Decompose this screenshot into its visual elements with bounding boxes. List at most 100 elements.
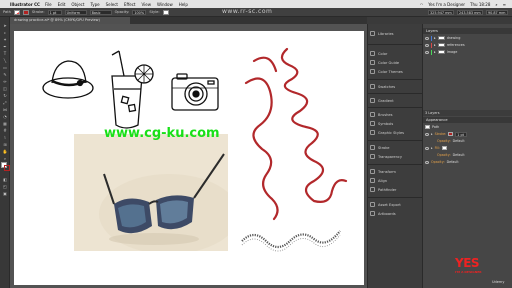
width-tool-icon[interactable]: ⋈: [2, 107, 8, 112]
expand-arrow-icon[interactable]: ▸: [434, 50, 436, 54]
dock-transform[interactable]: Transform: [370, 168, 422, 175]
dock-swatches[interactable]: Swatches: [370, 83, 422, 90]
fill-stroke-widget[interactable]: [1, 162, 10, 172]
dock-artboards[interactable]: Artboards: [370, 210, 422, 217]
stroke-opacity-link[interactable]: Opacity:: [437, 139, 451, 143]
appearance-stroke-opacity-row[interactable]: Opacity: Default: [425, 138, 510, 144]
clock[interactable]: Thu 18:28: [470, 2, 490, 7]
rectangle-tool-icon[interactable]: ▭: [2, 65, 8, 70]
expand-arrow-icon[interactable]: ▸: [431, 132, 433, 136]
screen-mode-icon[interactable]: ▣: [2, 191, 8, 196]
menu-window[interactable]: Window: [157, 2, 173, 7]
menu-file[interactable]: File: [45, 2, 52, 7]
appearance-stroke-row[interactable]: ▸ Stroke: 1 pt: [425, 131, 510, 137]
layer-row[interactable]: ▸ drawing: [423, 35, 512, 41]
eyedropper-icon[interactable]: ⌇: [2, 135, 8, 140]
dock-brushes[interactable]: Brushes: [370, 111, 422, 118]
app-menu[interactable]: Illustrator CC: [10, 2, 40, 7]
wifi-icon[interactable]: ◠: [420, 2, 424, 7]
stroke-weight-field[interactable]: 1 pt: [455, 131, 468, 137]
magic-wand-icon[interactable]: ✦: [2, 37, 8, 42]
visibility-eye-icon[interactable]: [425, 132, 429, 136]
mesh-tool-icon[interactable]: #: [2, 128, 8, 133]
line-tool-icon[interactable]: ╲: [2, 58, 8, 63]
dock-color-themes[interactable]: Color Themes: [370, 68, 422, 75]
rotate-tool-icon[interactable]: ↻: [2, 93, 8, 98]
dock-libraries[interactable]: Libraries: [370, 30, 422, 37]
artboard[interactable]: www.cg-ku.com: [14, 31, 364, 285]
zoom-tool-icon[interactable]: ⌕: [2, 156, 8, 161]
direct-selection-icon[interactable]: ▹: [2, 30, 8, 35]
notifications-icon[interactable]: ≡: [503, 2, 506, 7]
menu-view[interactable]: View: [141, 2, 151, 7]
layer-row[interactable]: ▸ references: [423, 42, 512, 48]
visibility-eye-icon[interactable]: [425, 146, 429, 150]
menu-object[interactable]: Object: [71, 2, 84, 7]
hand-tool-icon[interactable]: ✋: [2, 149, 8, 154]
stroke-color-swatch[interactable]: [448, 132, 454, 136]
pencil-tool-icon[interactable]: ✏: [2, 79, 8, 84]
brush-definition[interactable]: Basic: [89, 9, 112, 15]
fill-none-swatch[interactable]: [442, 146, 448, 150]
dock-graphic-styles[interactable]: Graphic Styles: [370, 129, 422, 136]
layer-name[interactable]: drawing: [447, 36, 461, 40]
dock-color[interactable]: Color: [370, 50, 422, 57]
dock-transparency[interactable]: Transparency: [370, 153, 422, 160]
search-icon[interactable]: ⌕: [495, 2, 497, 7]
selection-tool-icon[interactable]: ➤: [2, 23, 8, 28]
dock-pathfinder[interactable]: Pathfinder: [370, 186, 422, 193]
color-guide-icon: [370, 60, 375, 65]
expand-arrow-icon[interactable]: ▸: [434, 36, 436, 40]
dock-align[interactable]: Align: [370, 177, 422, 184]
dock-stroke[interactable]: Stroke: [370, 144, 422, 151]
appearance-object-opacity-row[interactable]: Opacity: Default: [425, 159, 510, 165]
visibility-eye-icon[interactable]: [425, 36, 429, 40]
perspective-grid-icon[interactable]: ▦: [2, 121, 8, 126]
dock-asset-export[interactable]: Asset Export: [370, 201, 422, 208]
visibility-eye-icon[interactable]: [425, 43, 429, 47]
stroke-swatch[interactable]: [22, 9, 29, 15]
eraser-tool-icon[interactable]: ◫: [2, 86, 8, 91]
type-tool-icon[interactable]: T: [2, 51, 8, 56]
object-opacity-link[interactable]: Opacity:: [431, 160, 445, 164]
color-mode-icon[interactable]: ◧: [2, 177, 8, 182]
menu-edit[interactable]: Edit: [58, 2, 66, 7]
expand-arrow-icon[interactable]: ▸: [431, 146, 433, 150]
stroke-weight-field[interactable]: 1 pt: [47, 9, 62, 15]
dock-symbols[interactable]: Symbols: [370, 120, 422, 127]
draw-mode-icon[interactable]: ◰: [2, 184, 8, 189]
menu-type[interactable]: Type: [90, 2, 99, 7]
layer-name[interactable]: Image: [447, 50, 458, 54]
y-field[interactable]: 243.583 mm: [457, 9, 483, 15]
appearance-fill-row[interactable]: ▸ Fill:: [425, 145, 510, 151]
visibility-eye-icon[interactable]: [425, 50, 429, 54]
fill-opacity-link[interactable]: Opacity:: [437, 153, 451, 157]
w-field[interactable]: 90.87 mm: [486, 9, 508, 15]
scale-tool-icon[interactable]: ⤢: [2, 100, 8, 105]
artboard-tool-icon[interactable]: ⊞: [2, 142, 8, 147]
user-name[interactable]: Yes I'm a Designer: [428, 2, 465, 7]
shape-builder-icon[interactable]: ◔: [2, 114, 8, 119]
variable-width-profile[interactable]: Uniform: [64, 9, 87, 15]
dock-color-guide[interactable]: Color Guide: [370, 59, 422, 66]
pen-tool-icon[interactable]: ✒: [2, 44, 8, 49]
layer-row[interactable]: ▸ Image: [423, 49, 512, 55]
appearance-fill-opacity-row[interactable]: Opacity: Default: [425, 152, 510, 158]
paintbrush-tool-icon[interactable]: ✎: [2, 72, 8, 77]
opacity-field[interactable]: 100%: [132, 9, 147, 15]
fill-swatch[interactable]: [13, 9, 20, 15]
fill-link[interactable]: Fill:: [435, 146, 441, 150]
menu-select[interactable]: Select: [106, 2, 118, 7]
document-tab[interactable]: drawing practice.ai* @ 89% (CMYK/GPU Pre…: [10, 17, 130, 24]
menu-help[interactable]: Help: [179, 2, 188, 7]
appearance-panel-header[interactable]: Appearance: [423, 117, 512, 123]
expand-arrow-icon[interactable]: ▸: [434, 43, 436, 47]
layers-panel-header[interactable]: Layers: [423, 28, 512, 34]
menu-effect[interactable]: Effect: [124, 2, 136, 7]
layer-name[interactable]: references: [447, 43, 465, 47]
stroke-link[interactable]: Stroke:: [435, 132, 447, 136]
graphic-style-swatch[interactable]: [162, 9, 169, 15]
visibility-eye-icon[interactable]: [425, 160, 429, 164]
x-field[interactable]: 325.947 mm: [428, 9, 454, 15]
dock-gradient[interactable]: Gradient: [370, 97, 422, 104]
